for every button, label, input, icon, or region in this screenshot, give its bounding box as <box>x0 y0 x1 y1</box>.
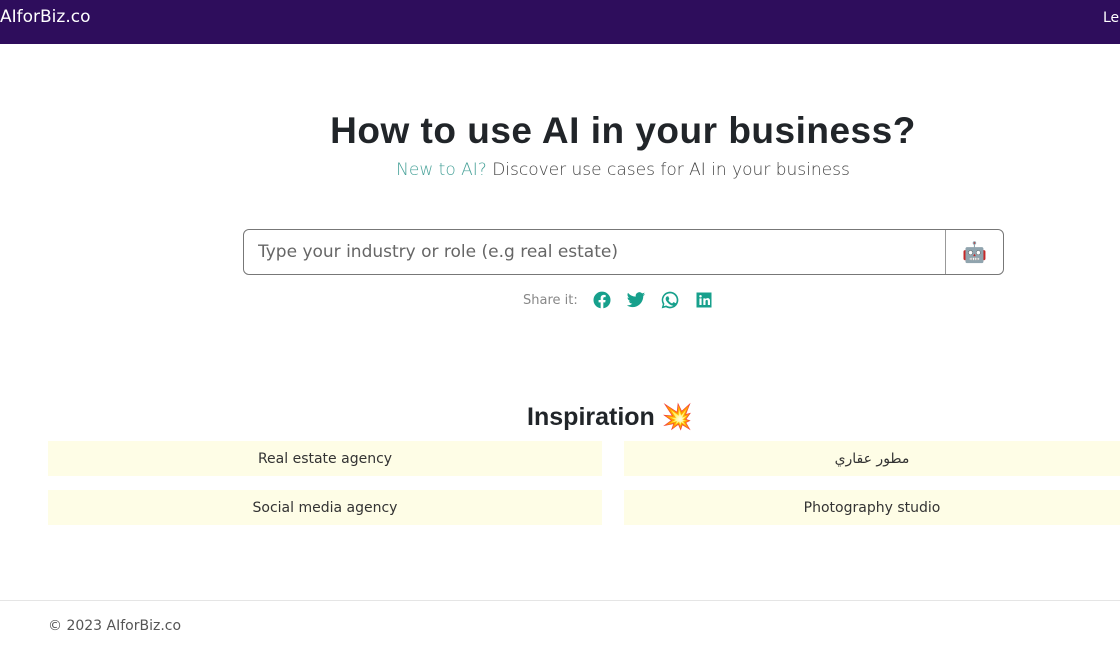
twitter-icon[interactable] <box>626 290 646 310</box>
inspiration-card[interactable]: Real estate agency <box>48 441 602 476</box>
facebook-icon[interactable] <box>592 290 612 310</box>
top-navbar: AIforBiz.co Le <box>0 0 1120 44</box>
inspiration-card[interactable]: مطور عقاري <box>624 441 1120 476</box>
search-button[interactable]: 🤖 <box>945 230 1003 274</box>
linkedin-icon[interactable] <box>694 290 714 310</box>
footer-divider <box>0 600 1120 601</box>
nav-link[interactable]: Le <box>1103 10 1120 26</box>
whatsapp-icon[interactable] <box>660 290 680 310</box>
subtitle-text: Discover use cases for AI in your busine… <box>486 160 850 180</box>
page-title: How to use AI in your business? <box>330 110 916 151</box>
search-bar: 🤖 <box>243 229 1004 275</box>
subtitle: New to AI? Discover use cases for AI in … <box>126 160 1120 180</box>
robot-icon: 🤖 <box>962 241 987 264</box>
search-input[interactable] <box>244 230 945 274</box>
footer-copyright: © 2023 AIforBiz.co <box>48 618 182 634</box>
inspiration-card[interactable]: Photography studio <box>624 490 1120 525</box>
share-bar: Share it: <box>523 290 714 310</box>
inspiration-card[interactable]: Social media agency <box>48 490 602 525</box>
brand-logo[interactable]: AIforBiz.co <box>0 7 90 27</box>
new-to-ai-link[interactable]: New to AI? <box>396 160 487 180</box>
share-label: Share it: <box>523 292 578 308</box>
explosion-icon: 💥 <box>661 403 693 431</box>
inspiration-heading: Inspiration 💥 <box>527 403 693 431</box>
